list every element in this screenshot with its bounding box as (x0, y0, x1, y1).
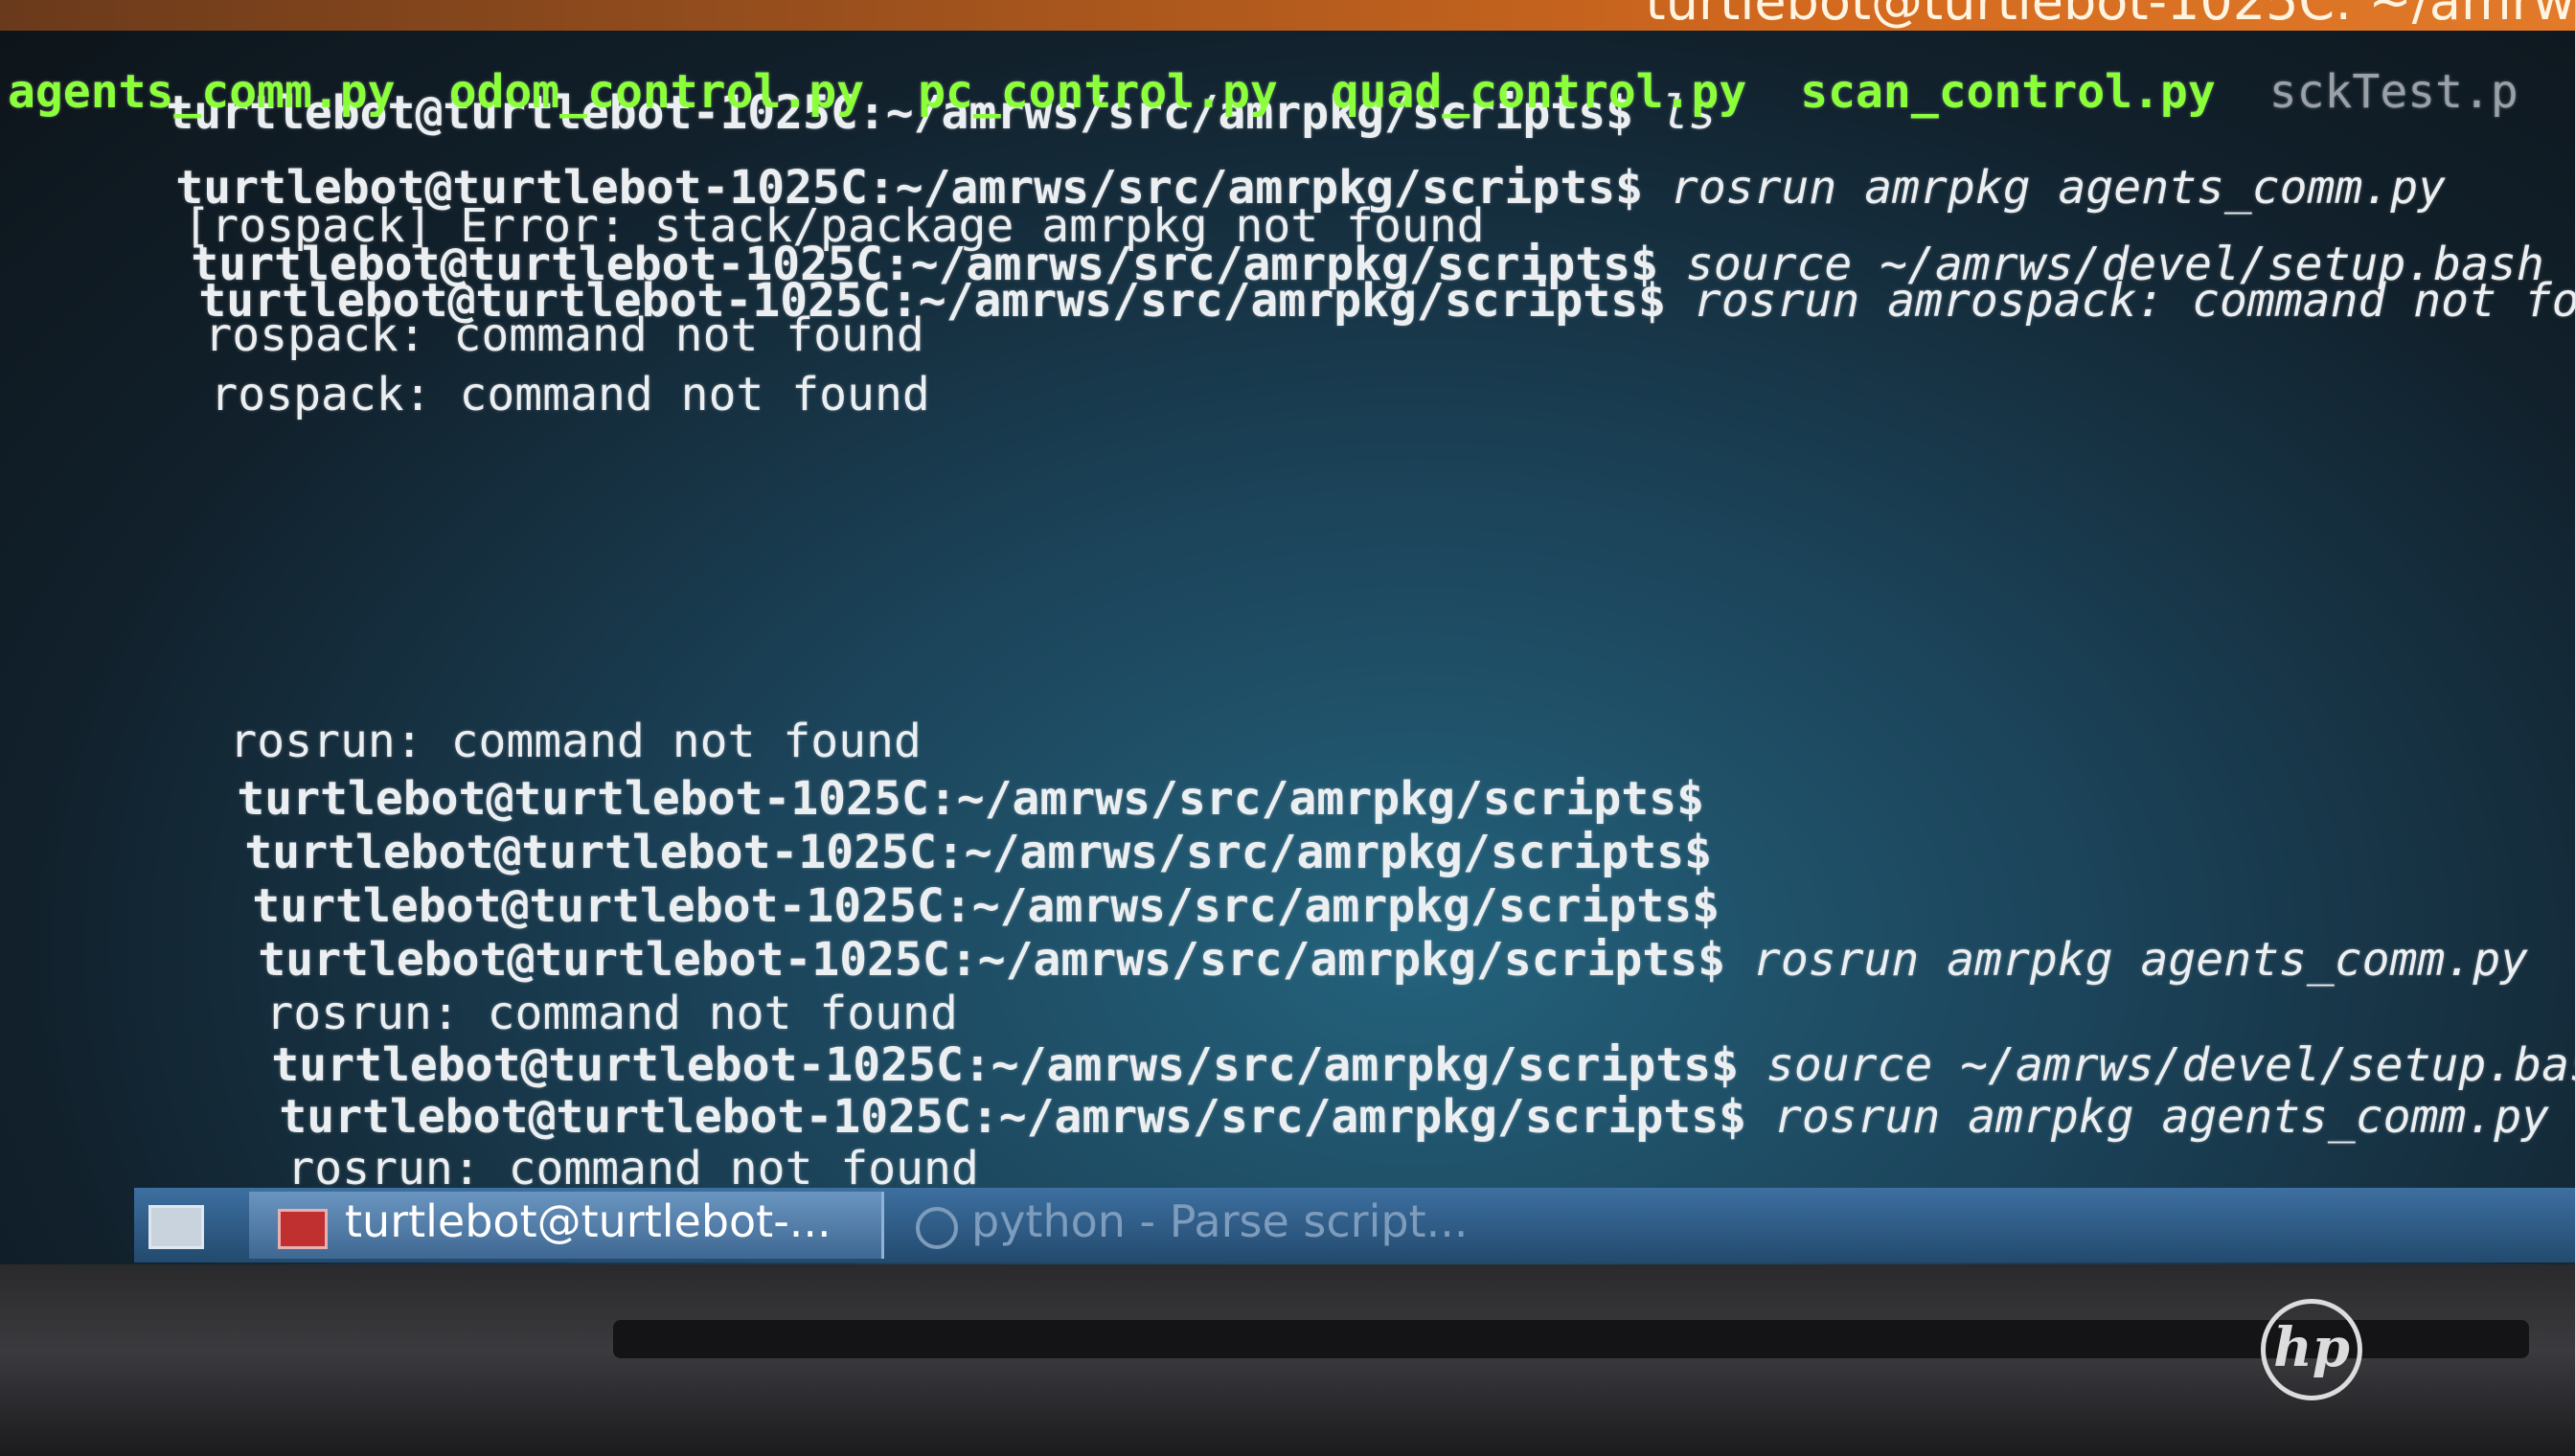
terminal-app-icon (278, 1209, 328, 1249)
terminal-line: rospack: command not found (44, 308, 930, 481)
hp-logo-icon: hp (2261, 1299, 2362, 1400)
command-text: rosrun amrospack: command not found (1666, 274, 2575, 328)
laptop-screen: turtlebot@turtlebot-1025C: ~/amrw turtle… (0, 0, 2575, 1264)
taskbar-window-terminal[interactable]: turtlebot@turtlebot-... (249, 1192, 884, 1259)
taskbar: turtlebot@turtlebot-... python - Parse s… (134, 1188, 2575, 1263)
command-text: rosrun amrpkg agents_comm.py (1746, 1090, 2550, 1144)
taskbar-window-label: turtlebot@turtlebot-... (345, 1195, 832, 1247)
hinge-strip (613, 1320, 2529, 1358)
taskbar-window-python[interactable]: python - Parse script... (900, 1192, 1571, 1259)
taskbar-window-label: python - Parse script... (971, 1195, 1469, 1247)
terminal-output[interactable]: turtlebot@turtlebot-1025C:~/amrws/src/am… (0, 27, 2575, 1247)
laptop-bezel: hp (0, 1264, 2575, 1456)
python-app-icon (916, 1207, 958, 1249)
show-desktop-icon[interactable] (148, 1205, 204, 1249)
error-output: rospack: command not found (210, 368, 930, 421)
